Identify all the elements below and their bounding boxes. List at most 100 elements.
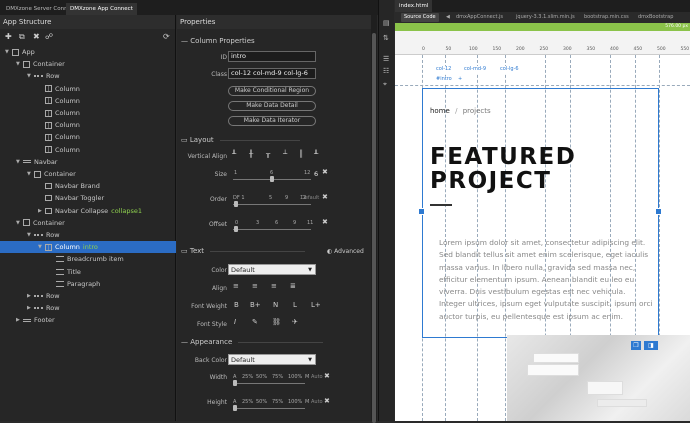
chevron-right-icon[interactable]: ▶	[27, 302, 34, 314]
chevron-down-icon[interactable]: ▼	[5, 46, 12, 58]
class-chip-2[interactable]: col-md-9	[462, 66, 489, 73]
color-select[interactable]: Default ▼	[228, 264, 316, 275]
tree-node[interactable]: Paragraph	[0, 278, 100, 290]
tree-node[interactable]: Title	[0, 266, 81, 278]
link-icon[interactable]: ⛓	[272, 318, 281, 326]
make-data-detail-button[interactable]: Make Data Detail	[228, 101, 316, 111]
width-slider-handle[interactable]	[233, 380, 237, 386]
sort-icon[interactable]: ⇅	[383, 34, 389, 42]
target-icon[interactable]: ⌖	[383, 80, 387, 89]
scrollbar-thumb[interactable]	[372, 33, 376, 423]
chevron-down-icon[interactable]: ▼	[27, 70, 34, 82]
chevron-down-icon[interactable]: ▼	[16, 217, 23, 229]
tree-node[interactable]: Column	[0, 144, 80, 156]
section-text[interactable]: ▭ Text	[181, 247, 306, 255]
id-chip[interactable]: #intro	[434, 76, 454, 83]
tab-source-code[interactable]: Source Code	[401, 13, 439, 22]
clear-offset-icon[interactable]: ✖	[322, 218, 328, 226]
advanced-toggle[interactable]: ◐ Advanced	[327, 248, 364, 255]
tree-node[interactable]: Column	[0, 95, 80, 107]
valign-stretch-icon[interactable]: ║	[299, 150, 303, 158]
height-slider-handle[interactable]	[233, 405, 237, 411]
breadcrumb-projects[interactable]: projects	[463, 107, 491, 115]
layers-icon[interactable]: ▤	[383, 19, 390, 27]
section-appearance[interactable]: — Appearance	[181, 338, 324, 346]
tab-app-connect[interactable]: DMXzone App Connect	[66, 3, 137, 15]
add-class-button[interactable]: +	[456, 76, 465, 83]
valign-bottom-icon[interactable]: ╥	[266, 150, 270, 158]
pen-icon[interactable]: ✎	[252, 318, 258, 326]
back-color-select[interactable]: Default ▼	[228, 354, 316, 365]
tab-bootstrap-css[interactable]: bootstrap.min.css	[581, 13, 632, 22]
tree-node[interactable]: Column	[0, 107, 80, 119]
components-icon[interactable]: ☍	[45, 32, 53, 42]
tab-jquery[interactable]: jquery-3.3.1.slim.min.js	[513, 13, 578, 22]
section-layout[interactable]: ▭ Layout	[181, 136, 300, 144]
tab-index-html[interactable]: index.html	[395, 0, 433, 12]
arrow-left-icon[interactable]: ◀	[443, 13, 453, 22]
tree-node[interactable]: ▶ Navbar Collapse collapse1	[0, 205, 142, 217]
order-slider-handle[interactable]	[234, 201, 238, 207]
order-slider[interactable]	[233, 204, 311, 205]
tree-node[interactable]: Column	[0, 83, 80, 95]
fw-bold-button[interactable]: B	[234, 301, 239, 309]
tree-node[interactable]: Navbar Brand	[0, 180, 100, 192]
chevron-down-icon[interactable]: ▼	[16, 58, 23, 70]
clear-height-icon[interactable]: ✖	[324, 397, 330, 405]
valign-middle-icon[interactable]: ╫	[249, 150, 253, 158]
design-canvas[interactable]: div col-12 col-md-9 col-lg-6 #intro + ho…	[395, 55, 690, 421]
offset-slider-handle[interactable]	[234, 226, 238, 232]
list-view-icon[interactable]: ☷	[383, 67, 389, 75]
size-slider-handle[interactable]	[270, 176, 274, 182]
tree-node[interactable]: Breadcrumb item	[0, 253, 124, 265]
width-slider[interactable]	[233, 383, 305, 384]
tree-node[interactable]: ▼ App	[0, 46, 35, 58]
list-icon[interactable]: ☰	[383, 55, 389, 63]
fw-lighter-button[interactable]: L+	[311, 301, 321, 309]
align-right-icon[interactable]: ≡	[271, 282, 277, 290]
chevron-down-icon[interactable]: ▼	[38, 241, 45, 253]
id-input[interactable]: intro	[228, 51, 316, 62]
tree-node[interactable]: ▶ Footer	[0, 314, 55, 326]
make-data-iterator-button[interactable]: Make Data Iterator	[228, 116, 316, 126]
class-chip-1[interactable]: col-12	[434, 66, 454, 73]
tree-node[interactable]: ▶ Row	[0, 290, 60, 302]
tree-node[interactable]: ▼ Row	[0, 229, 60, 241]
tree-node[interactable]: ▼ Container	[0, 168, 76, 180]
offset-slider[interactable]	[233, 229, 311, 230]
chevron-right-icon[interactable]: ▶	[38, 205, 45, 217]
selected-column-outline[interactable]: home / projects FEATURED PROJECT Lorem i…	[422, 88, 659, 338]
resize-handle-left[interactable]	[418, 208, 425, 215]
valign-auto-icon[interactable]: ╨	[314, 150, 318, 158]
refresh-icon[interactable]: ⟳	[163, 32, 170, 42]
tree-node[interactable]: Navbar Toggler	[0, 192, 104, 204]
class-chip-3[interactable]: col-lg-6	[498, 66, 521, 73]
clear-size-icon[interactable]: ✖	[322, 168, 328, 176]
align-center-icon[interactable]: ≡	[252, 282, 258, 290]
class-input[interactable]: col-12 col-md-9 col-lg-6	[228, 68, 316, 79]
fw-light-button[interactable]: L	[293, 301, 297, 309]
align-justify-icon[interactable]: ≣	[290, 282, 296, 290]
chevron-right-icon[interactable]: ▶	[16, 314, 23, 326]
tab-dmxappconnect[interactable]: dmxAppConnect.js	[453, 13, 506, 22]
chevron-right-icon[interactable]: ▶	[27, 290, 34, 302]
italic-icon[interactable]: I	[234, 318, 236, 326]
tree-node[interactable]: ▼ Navbar	[0, 156, 57, 168]
height-slider[interactable]	[233, 408, 305, 409]
clear-order-icon[interactable]: ✖	[322, 193, 328, 201]
fw-normal-button[interactable]: N	[273, 301, 278, 309]
tree-node[interactable]: ▶ Row	[0, 302, 60, 314]
clear-width-icon[interactable]: ✖	[324, 372, 330, 380]
copy-icon[interactable]: ❐	[631, 341, 641, 350]
fw-bolder-button[interactable]: B+	[250, 301, 261, 309]
properties-scrollbar[interactable]	[371, 15, 377, 423]
move-handle-icon[interactable]: ◨	[644, 341, 658, 350]
resize-handle-right[interactable]	[655, 208, 662, 215]
section-column-properties[interactable]: — Column Properties	[181, 37, 255, 45]
duplicate-icon[interactable]: ⧉	[19, 32, 25, 42]
chevron-down-icon[interactable]: ▼	[16, 156, 23, 168]
breadcrumb-home[interactable]: home	[430, 107, 450, 115]
viewport-width-bar[interactable]: 576.00 px	[395, 23, 690, 31]
tab-dmxbootstrap[interactable]: dmxBootstrap	[635, 13, 676, 22]
valign-baseline-icon[interactable]: ┴	[283, 150, 287, 158]
